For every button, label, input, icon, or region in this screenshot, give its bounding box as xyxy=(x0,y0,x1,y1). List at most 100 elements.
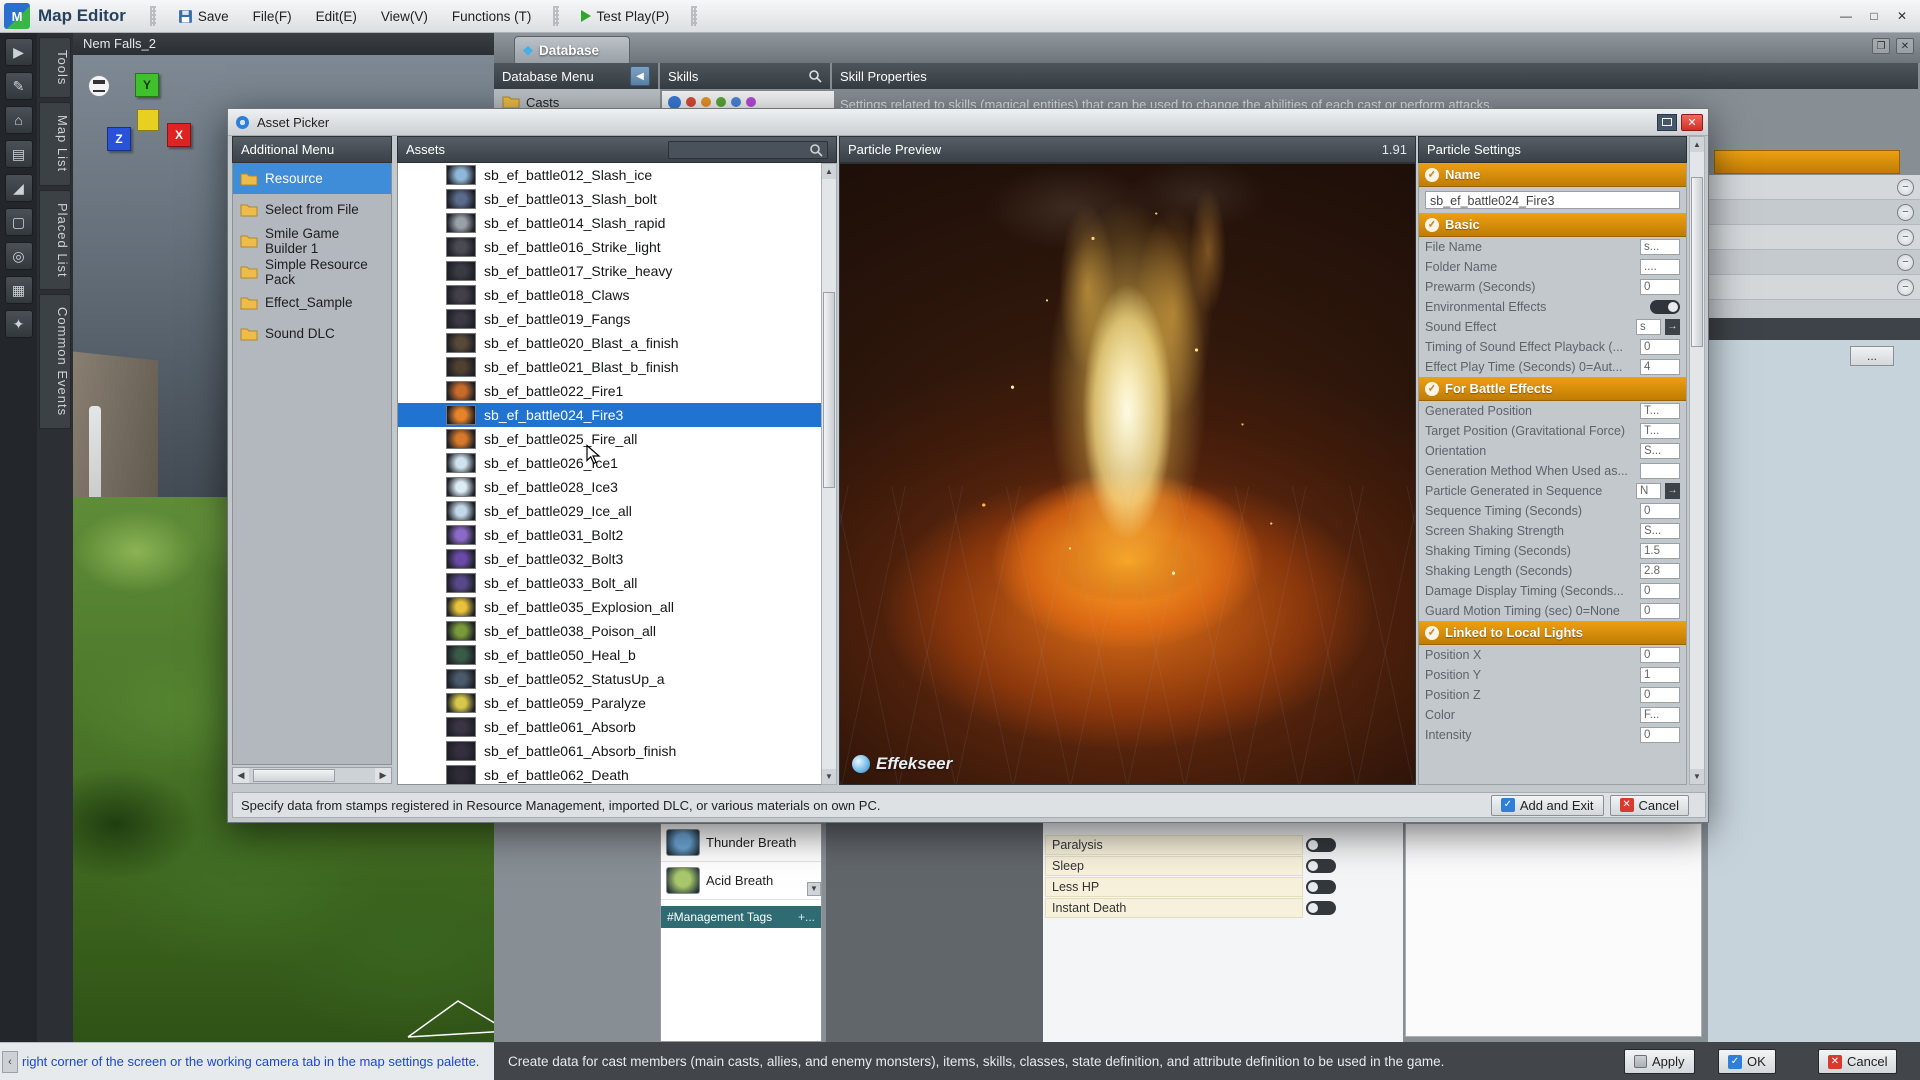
scroll-down-button[interactable]: ▼ xyxy=(1690,769,1704,784)
minus-circle-icon[interactable]: − xyxy=(1897,179,1914,196)
draw-map-icon[interactable]: ✎ xyxy=(5,72,33,100)
setting-value[interactable]: s... xyxy=(1640,239,1680,255)
setting-value[interactable]: T... xyxy=(1640,403,1680,419)
asset-search-input[interactable] xyxy=(668,141,828,159)
setting-value[interactable] xyxy=(1640,463,1680,479)
setting-value[interactable]: N xyxy=(1636,483,1661,499)
collapse-menu-button[interactable]: ◀ xyxy=(630,66,650,86)
sidebar-tab[interactable]: Placed List xyxy=(39,190,71,291)
settings-section-header[interactable]: Linked to Local Lights xyxy=(1419,621,1686,645)
toggle-switch[interactable] xyxy=(1650,300,1680,314)
maximize-button[interactable]: □ xyxy=(1860,4,1888,28)
asset-row[interactable]: sb_ef_battle050_Heal_b xyxy=(398,643,836,667)
scrollbar-thumb[interactable] xyxy=(253,769,335,782)
asset-row[interactable]: sb_ef_battle017_Strike_heavy xyxy=(398,259,836,283)
toolbar-grip[interactable] xyxy=(691,6,697,26)
minus-circle-icon[interactable]: − xyxy=(1897,204,1914,221)
close-button[interactable]: ✕ xyxy=(1681,114,1703,131)
purple-dot-icon[interactable] xyxy=(746,97,756,107)
asset-row[interactable]: sb_ef_battle035_Explosion_all xyxy=(398,595,836,619)
asset-row[interactable]: sb_ef_battle016_Strike_light xyxy=(398,235,836,259)
setting-value[interactable]: 0 xyxy=(1640,727,1680,743)
vertical-scrollbar[interactable]: ▲ ▼ xyxy=(821,163,837,785)
settings-section-header[interactable]: Basic xyxy=(1419,213,1686,237)
setting-value[interactable]: 0 xyxy=(1640,503,1680,519)
setting-value[interactable]: 1 xyxy=(1640,667,1680,683)
setting-value[interactable]: T... xyxy=(1640,423,1680,439)
asset-row[interactable]: sb_ef_battle021_Blast_b_finish xyxy=(398,355,836,379)
setting-value[interactable]: 0 xyxy=(1640,603,1680,619)
asset-row[interactable]: sb_ef_battle026_Ice1 xyxy=(398,451,836,475)
scroll-down-button[interactable]: ▼ xyxy=(822,769,836,784)
setting-value[interactable]: 0 xyxy=(1640,583,1680,599)
asset-row[interactable]: sb_ef_battle019_Fangs xyxy=(398,307,836,331)
state-toggle[interactable] xyxy=(1306,859,1336,873)
skill-list-item[interactable]: Acid Breath xyxy=(661,862,821,900)
name-value-box[interactable]: sb_ef_battle024_Fire3 xyxy=(1425,191,1680,209)
setting-value[interactable]: 0 xyxy=(1640,279,1680,295)
asset-row[interactable]: sb_ef_battle024_Fire3 xyxy=(398,403,836,427)
monitor-icon[interactable]: ▢ xyxy=(5,208,33,236)
add-and-exit-button[interactable]: ✓ Add and Exit xyxy=(1491,795,1604,816)
asset-row[interactable]: sb_ef_battle014_Slash_rapid xyxy=(398,211,836,235)
magnifier-icon[interactable]: ◎ xyxy=(5,242,33,270)
setting-value[interactable]: s xyxy=(1636,319,1661,335)
asset-row[interactable]: sb_ef_battle022_Fire1 xyxy=(398,379,836,403)
axis-z-cube[interactable]: Z xyxy=(107,127,131,151)
close-button[interactable]: ✕ xyxy=(1888,4,1916,28)
setting-value[interactable]: 2.8 xyxy=(1640,563,1680,579)
asset-row[interactable]: sb_ef_battle061_Absorb xyxy=(398,715,836,739)
add-tag-button[interactable]: +... xyxy=(798,910,815,924)
ellipsis-button[interactable]: ... xyxy=(1850,346,1894,366)
cancel-button[interactable]: ✕ Cancel xyxy=(1818,1049,1897,1074)
asset-row[interactable]: sb_ef_battle061_Absorb_finish xyxy=(398,739,836,763)
apply-button[interactable]: Apply xyxy=(1624,1049,1695,1074)
asset-row[interactable]: sb_ef_battle032_Bolt3 xyxy=(398,547,836,571)
menubar-menu[interactable]: Edit(E) xyxy=(304,0,369,33)
scroll-left-button[interactable]: ‹ xyxy=(2,1051,18,1073)
scroll-right-button[interactable]: ▶ xyxy=(375,768,391,783)
play-dot-icon[interactable] xyxy=(668,96,681,109)
close-icon[interactable]: ✕ xyxy=(1896,38,1914,54)
slope-icon[interactable]: ◢ xyxy=(5,174,33,202)
asset-row[interactable]: sb_ef_battle029_Ice_all xyxy=(398,499,836,523)
scroll-left-button[interactable]: ◀ xyxy=(233,768,249,783)
axis-center-cube[interactable] xyxy=(137,109,159,131)
ok-button[interactable]: ✓ OK xyxy=(1718,1049,1776,1074)
axis-y-cube[interactable]: Y xyxy=(135,73,159,97)
minus-circle-icon[interactable]: − xyxy=(1897,279,1914,296)
settings-section-header[interactable]: Name xyxy=(1419,163,1686,187)
management-tags-bar[interactable]: #Management Tags +... xyxy=(661,906,821,928)
additional-menu-item[interactable]: Effect_Sample xyxy=(233,287,391,318)
asset-row[interactable]: sb_ef_battle031_Bolt2 xyxy=(398,523,836,547)
asset-row[interactable]: sb_ef_battle018_Claws xyxy=(398,283,836,307)
axis-x-cube[interactable]: X xyxy=(167,123,191,147)
skill-list-item[interactable]: Thunder Breath xyxy=(661,824,821,862)
additional-menu-item[interactable]: Smile Game Builder 1 xyxy=(233,225,391,256)
asset-row[interactable]: sb_ef_battle028_Ice3 xyxy=(398,475,836,499)
toolbar-grip[interactable] xyxy=(553,6,559,26)
dropdown-arrow-button[interactable] xyxy=(1665,483,1680,499)
toolbar-grip[interactable] xyxy=(150,6,156,26)
asset-row[interactable]: sb_ef_battle025_Fire_all xyxy=(398,427,836,451)
menubar-menu[interactable]: View(V) xyxy=(369,0,440,33)
scrollbar-thumb[interactable] xyxy=(823,292,835,488)
additional-menu-item[interactable]: Sound DLC xyxy=(233,318,391,349)
app-logo-icon[interactable]: ▶ xyxy=(5,38,33,66)
asset-row[interactable]: sb_ef_battle013_Slash_bolt xyxy=(398,187,836,211)
blue-dot-icon[interactable] xyxy=(731,97,741,107)
state-toggle[interactable] xyxy=(1306,901,1336,915)
scrollbar-thumb[interactable] xyxy=(1691,177,1703,347)
axis-gizmo[interactable]: Y Z X xyxy=(101,71,211,181)
paint-terrain-icon[interactable]: ▤ xyxy=(5,140,33,168)
asset-row[interactable]: sb_ef_battle020_Blast_a_finish xyxy=(398,331,836,355)
minimize-button[interactable]: — xyxy=(1832,4,1860,28)
setting-value[interactable]: 1.5 xyxy=(1640,543,1680,559)
minus-circle-icon[interactable]: − xyxy=(1897,254,1914,271)
setting-value[interactable]: .... xyxy=(1640,259,1680,275)
settings-section-header[interactable]: For Battle Effects xyxy=(1419,377,1686,401)
menubar-menu[interactable]: Functions (T) xyxy=(440,0,544,33)
scroll-up-button[interactable]: ▲ xyxy=(1690,137,1704,152)
gadget-icon[interactable]: ✦ xyxy=(5,310,33,338)
setting-value[interactable]: 4 xyxy=(1640,359,1680,375)
